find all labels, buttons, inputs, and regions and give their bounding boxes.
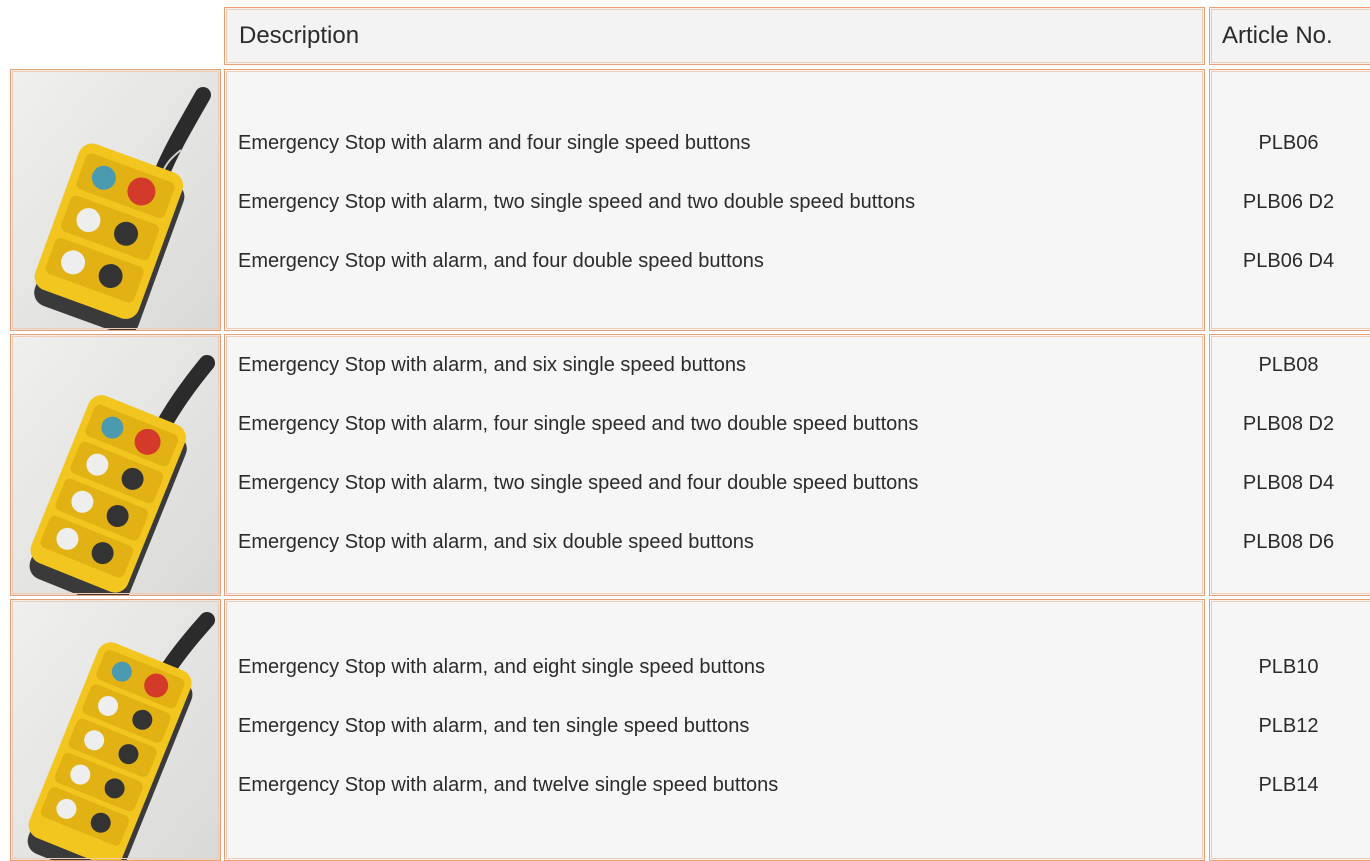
article-cell: PLB08 PLB08 D2 PLB08 D4 PLB08 D6 — [1209, 334, 1370, 596]
product-image-cell — [10, 69, 221, 331]
article-number: PLB08 D2 — [1242, 413, 1335, 435]
pendant-control-image — [11, 70, 220, 330]
article-number: PLB14 — [1258, 774, 1319, 796]
article-number: PLB08 D6 — [1242, 531, 1335, 553]
pendant-control-image — [11, 335, 220, 595]
item-description: Emergency Stop with alarm, and four doub… — [238, 250, 764, 272]
product-image-cell — [10, 599, 221, 861]
item-description: Emergency Stop with alarm, and twelve si… — [238, 774, 779, 796]
item-description: Emergency Stop with alarm and four singl… — [238, 132, 751, 154]
description-cell: Emergency Stop with alarm, and eight sin… — [224, 599, 1205, 861]
article-cell: PLB06 PLB06 D2 PLB06 D4 — [1209, 69, 1370, 331]
description-header: Description — [224, 7, 1205, 65]
item-description: Emergency Stop with alarm, two single sp… — [238, 191, 916, 213]
pendant-control-image — [11, 600, 220, 860]
description-header-label: Description — [239, 22, 360, 49]
item-description: Emergency Stop with alarm, and six doubl… — [238, 531, 754, 553]
article-number: PLB06 D4 — [1242, 250, 1335, 272]
article-cell: PLB10 PLB12 PLB14 — [1209, 599, 1370, 861]
article-number: PLB10 — [1258, 656, 1319, 678]
article-number: PLB12 — [1258, 715, 1319, 737]
article-number: PLB08 — [1258, 354, 1319, 376]
description-cell: Emergency Stop with alarm, and six singl… — [224, 334, 1205, 596]
article-number: PLB06 D2 — [1242, 191, 1335, 213]
article-header-label: Article No. — [1222, 22, 1333, 49]
item-description: Emergency Stop with alarm, four single s… — [238, 413, 919, 435]
description-cell: Emergency Stop with alarm and four singl… — [224, 69, 1205, 331]
article-number: PLB08 D4 — [1242, 472, 1335, 494]
item-description: Emergency Stop with alarm, and ten singl… — [238, 715, 750, 737]
item-description: Emergency Stop with alarm, and eight sin… — [238, 656, 765, 678]
article-header: Article No. — [1209, 7, 1370, 65]
item-description: Emergency Stop with alarm, and six singl… — [238, 354, 747, 376]
product-image-cell — [10, 334, 221, 596]
article-number: PLB06 — [1258, 132, 1319, 154]
item-description: Emergency Stop with alarm, two single sp… — [238, 472, 919, 494]
